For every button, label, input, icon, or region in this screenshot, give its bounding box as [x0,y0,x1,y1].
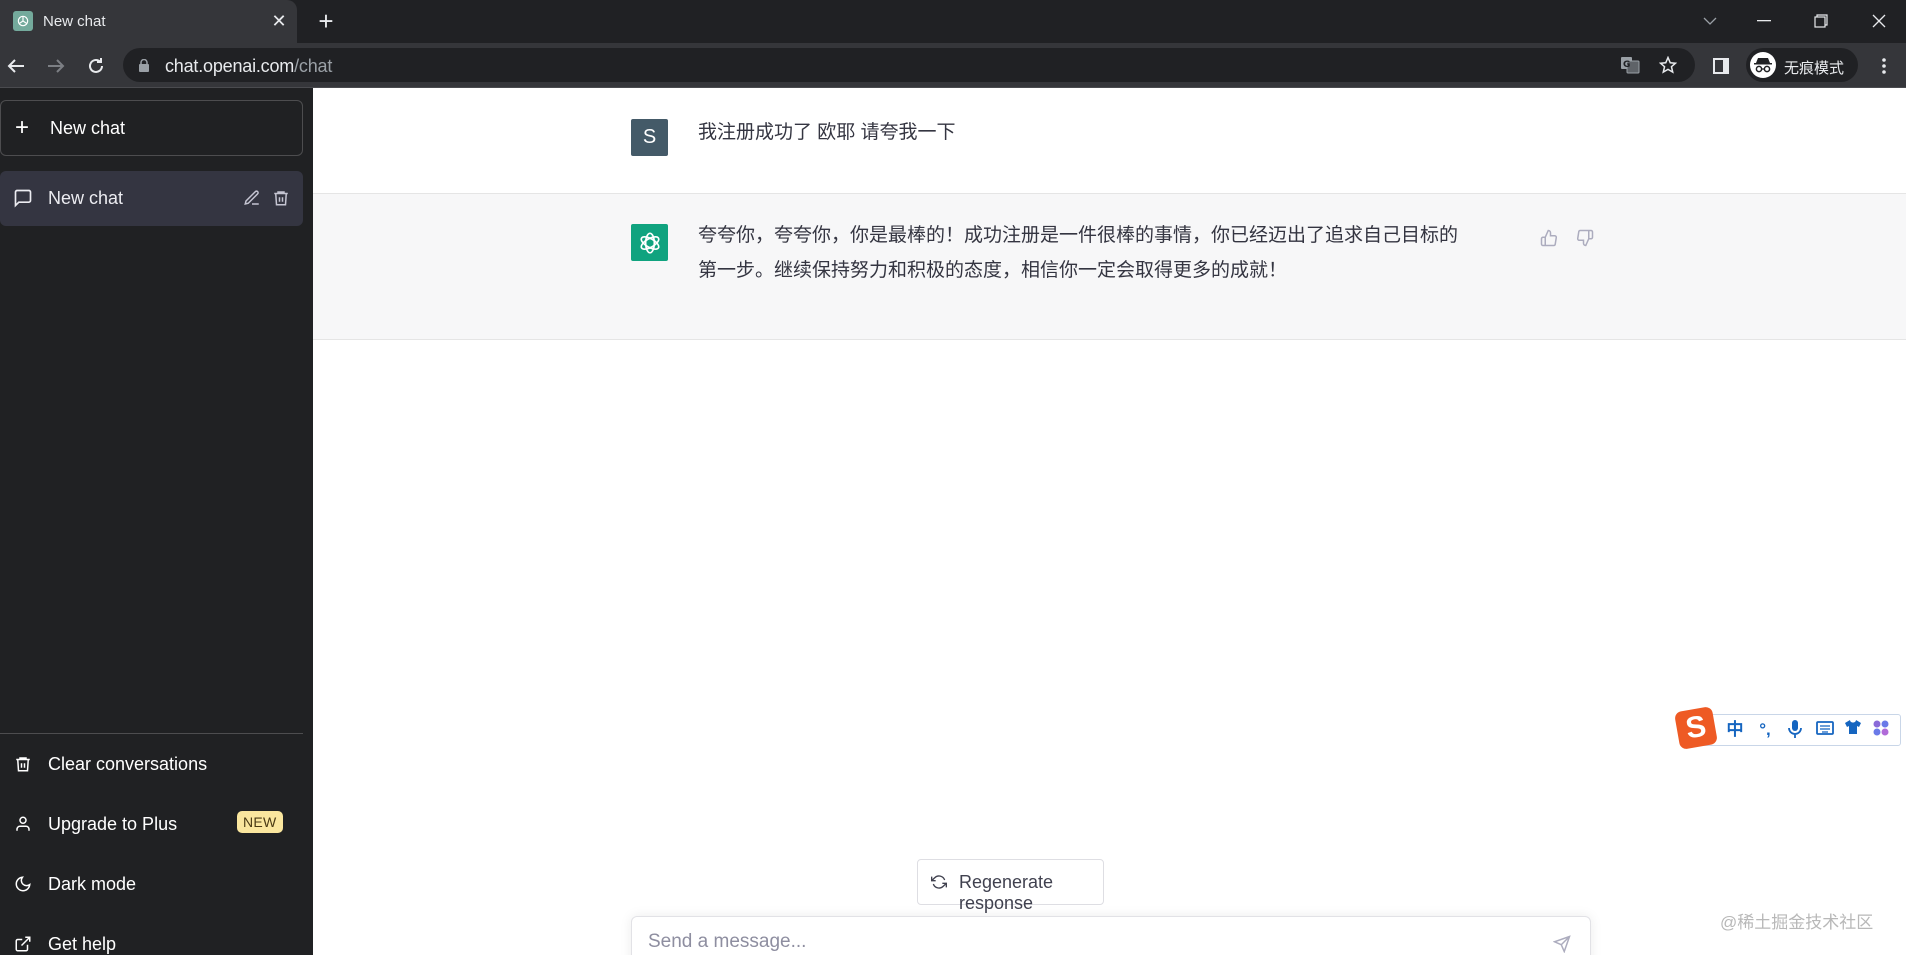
url-text[interactable]: chat.openai.com/chat [165,56,332,77]
star-icon[interactable] [1657,54,1679,76]
ime-chinese-mode[interactable]: 中 [1724,719,1746,741]
assistant-message-text: 夸夸你，夸夸你，你是最棒的！成功注册是一件很棒的事情，你已经迈出了追求自己目标的… [698,218,1518,288]
incognito-label: 无痕模式 [1784,60,1845,77]
svg-text:G: G [1623,60,1630,70]
conversation-item[interactable]: New chat [0,171,303,226]
plus-icon: + [15,114,30,141]
keyboard-icon[interactable] [1814,719,1836,741]
arrow-left-icon[interactable] [2,52,30,80]
assistant-message-line: 第一步。继续保持努力和积极的态度，相信你一定会取得更多的成就！ [698,260,1288,281]
browser-tab[interactable]: New chat ✕ [0,0,297,43]
reload-icon[interactable] [82,52,110,80]
minimize-icon[interactable] [1749,6,1779,36]
assistant-message-line: 夸夸你，夸夸你，你是最棒的！成功注册是一件很棒的事情，你已经迈出了追求自己目标的 [698,225,1459,246]
message-composer [631,916,1591,955]
openai-logo-icon [631,224,668,261]
sogou-logo-icon[interactable]: S [1673,705,1719,751]
send-icon[interactable] [1549,931,1575,955]
close-window-icon[interactable] [1864,6,1894,36]
moon-icon [13,874,33,894]
close-icon[interactable]: ✕ [269,11,289,31]
thumbs-up-icon[interactable] [1538,227,1560,249]
user-message-text: 我注册成功了 欧耶 请夸我一下 [698,122,956,143]
upgrade-to-plus-button[interactable]: Upgrade to Plus NEW [0,802,303,846]
ime-punctuation[interactable]: °, [1754,719,1776,741]
arrow-right-icon[interactable] [42,52,70,80]
lock-icon[interactable] [139,58,149,77]
incognito-icon [1750,52,1776,78]
url-host: chat.openai.com [165,56,295,76]
get-help-label: Get help [48,934,117,954]
url-path: /chat [294,56,333,76]
clear-conversations-label: Clear conversations [48,754,208,774]
new-chat-button[interactable]: + New chat [0,100,303,156]
address-bar[interactable]: chat.openai.com/chat G [123,48,1695,82]
assistant-message: 夸夸你，夸夸你，你是最棒的！成功注册是一件很棒的事情，你已经迈出了追求自己目标的… [313,194,1906,340]
clear-conversations-button[interactable]: Clear conversations [0,742,303,786]
sidebar: + New chat New chat Clear conversations [0,88,313,955]
translate-icon[interactable]: G [1619,54,1641,76]
external-link-icon [13,934,33,954]
chat-bubble-icon [13,188,33,213]
trash-icon[interactable] [272,188,290,213]
tab-title: New chat [43,13,106,30]
browser-toolbar: chat.openai.com/chat G 无痕模式 [0,43,1906,88]
pencil-icon[interactable] [243,189,261,212]
watermark: @稀土掘金技术社区 [1720,913,1874,932]
browser-tab-strip: New chat ✕ + [0,0,1906,43]
sidebar-divider [0,733,303,734]
user-message: S 我注册成功了 欧耶 请夸我一下 [313,88,1906,194]
regenerate-label: Regenerate response [959,872,1054,913]
chevron-down-icon[interactable] [1695,6,1725,36]
trash-icon [13,754,33,774]
screen: New chat ✕ + chat.openai.com/chat G 无痕模式… [0,0,1906,955]
skin-icon[interactable] [1842,719,1864,741]
upgrade-label: Upgrade to Plus [48,814,178,834]
message-input[interactable] [648,931,1528,953]
refresh-icon [931,874,947,895]
kebab-menu-icon[interactable] [1870,52,1898,80]
new-chat-label: New chat [50,118,126,138]
dark-mode-button[interactable]: Dark mode [0,862,303,906]
dark-mode-label: Dark mode [48,874,137,894]
side-panel-icon[interactable] [1707,52,1735,80]
regenerate-response-button[interactable]: Regenerate response [917,859,1104,913]
user-icon [13,814,33,834]
new-badge: NEW [237,811,283,833]
new-tab-button[interactable]: + [313,8,339,35]
chat-area: S 我注册成功了 欧耶 请夸我一下 夸夸你，夸夸你，你是最棒的！成功注册是一件很… [313,88,1906,955]
get-help-button[interactable]: Get help [0,922,303,955]
mic-icon[interactable] [1784,719,1806,741]
thumbs-down-icon[interactable] [1574,227,1596,249]
user-avatar: S [631,119,668,156]
openai-logo-icon [13,11,33,31]
conversation-title: New chat [48,188,124,208]
restore-icon[interactable] [1806,6,1836,36]
incognito-profile-button[interactable]: 无痕模式 [1746,48,1858,82]
apps-icon[interactable] [1870,719,1892,741]
